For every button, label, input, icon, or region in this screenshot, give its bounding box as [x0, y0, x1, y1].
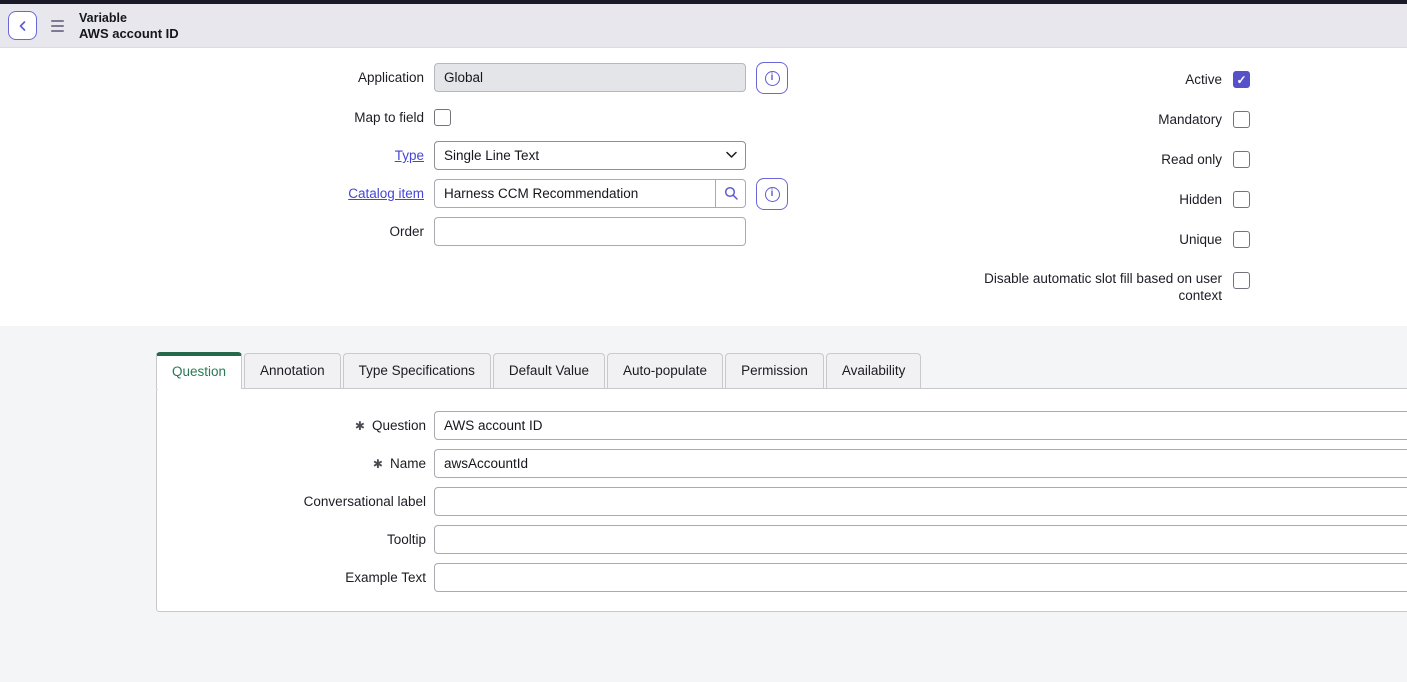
name-input[interactable] [434, 449, 1407, 478]
type-select-wrap: Single Line Text [434, 141, 746, 170]
record-title: Variable AWS account ID [79, 10, 179, 42]
question-label: Question [157, 411, 426, 441]
catalog-item-lookup-button[interactable] [715, 179, 746, 208]
record-name-label: AWS account ID [79, 26, 179, 42]
read-only-checkbox[interactable] [1233, 151, 1250, 168]
mandatory-label: Mandatory [850, 111, 1222, 128]
conversational-label-label: Conversational label [157, 487, 426, 516]
example-text-input[interactable] [434, 563, 1407, 592]
tab-availability[interactable]: Availability [826, 353, 922, 388]
record-type-label: Variable [79, 10, 179, 26]
question-tab-panel: Question Name Conversational label Toolt… [156, 388, 1407, 612]
search-icon [724, 186, 739, 201]
info-icon: i [765, 71, 780, 86]
mandatory-checkbox[interactable] [1233, 111, 1250, 128]
example-text-label: Example Text [157, 563, 426, 592]
back-button[interactable] [8, 11, 37, 40]
tooltip-label: Tooltip [157, 525, 426, 554]
active-label: Active [850, 71, 1222, 88]
form-header: Variable AWS account ID [0, 4, 1407, 48]
hidden-label: Hidden [850, 191, 1222, 208]
tooltip-input[interactable] [434, 525, 1407, 554]
application-label: Application [0, 63, 424, 92]
tab-bar: Question Annotation Type Specifications … [156, 352, 923, 388]
application-info-button[interactable]: i [756, 62, 788, 94]
catalog-item-label-link[interactable]: Catalog item [0, 179, 424, 208]
map-to-field-checkbox[interactable] [434, 109, 451, 126]
active-checkbox[interactable] [1233, 71, 1250, 88]
tab-annotation[interactable]: Annotation [244, 353, 341, 388]
tabbed-section: Question Annotation Type Specifications … [0, 326, 1407, 682]
context-menu-icon[interactable] [51, 20, 64, 32]
info-icon: i [765, 187, 780, 202]
unique-label: Unique [850, 231, 1222, 248]
tab-type-specifications[interactable]: Type Specifications [343, 353, 491, 388]
disable-slot-fill-checkbox[interactable] [1233, 272, 1250, 289]
type-select[interactable]: Single Line Text [434, 141, 746, 170]
tab-question[interactable]: Question [156, 352, 242, 389]
chevron-left-icon [17, 20, 29, 32]
tab-default-value[interactable]: Default Value [493, 353, 605, 388]
mandatory-icon [373, 457, 383, 471]
unique-checkbox[interactable] [1233, 231, 1250, 248]
catalog-item-input[interactable] [434, 179, 746, 208]
order-input[interactable] [434, 217, 746, 246]
read-only-label: Read only [850, 151, 1222, 168]
question-input[interactable] [434, 411, 1407, 440]
tab-auto-populate[interactable]: Auto-populate [607, 353, 723, 388]
catalog-item-info-button[interactable]: i [756, 178, 788, 210]
name-label: Name [157, 449, 426, 479]
tab-permission[interactable]: Permission [725, 353, 824, 388]
variable-form: Application i Map to field Type Single L… [0, 48, 1407, 326]
mandatory-icon [355, 419, 365, 433]
application-input[interactable] [434, 63, 746, 92]
hidden-checkbox[interactable] [1233, 191, 1250, 208]
conversational-label-input[interactable] [434, 487, 1407, 516]
type-label-link[interactable]: Type [0, 141, 424, 170]
map-to-field-label: Map to field [0, 109, 424, 126]
order-label: Order [0, 217, 424, 246]
disable-slot-fill-label: Disable automatic slot fill based on use… [972, 270, 1222, 304]
